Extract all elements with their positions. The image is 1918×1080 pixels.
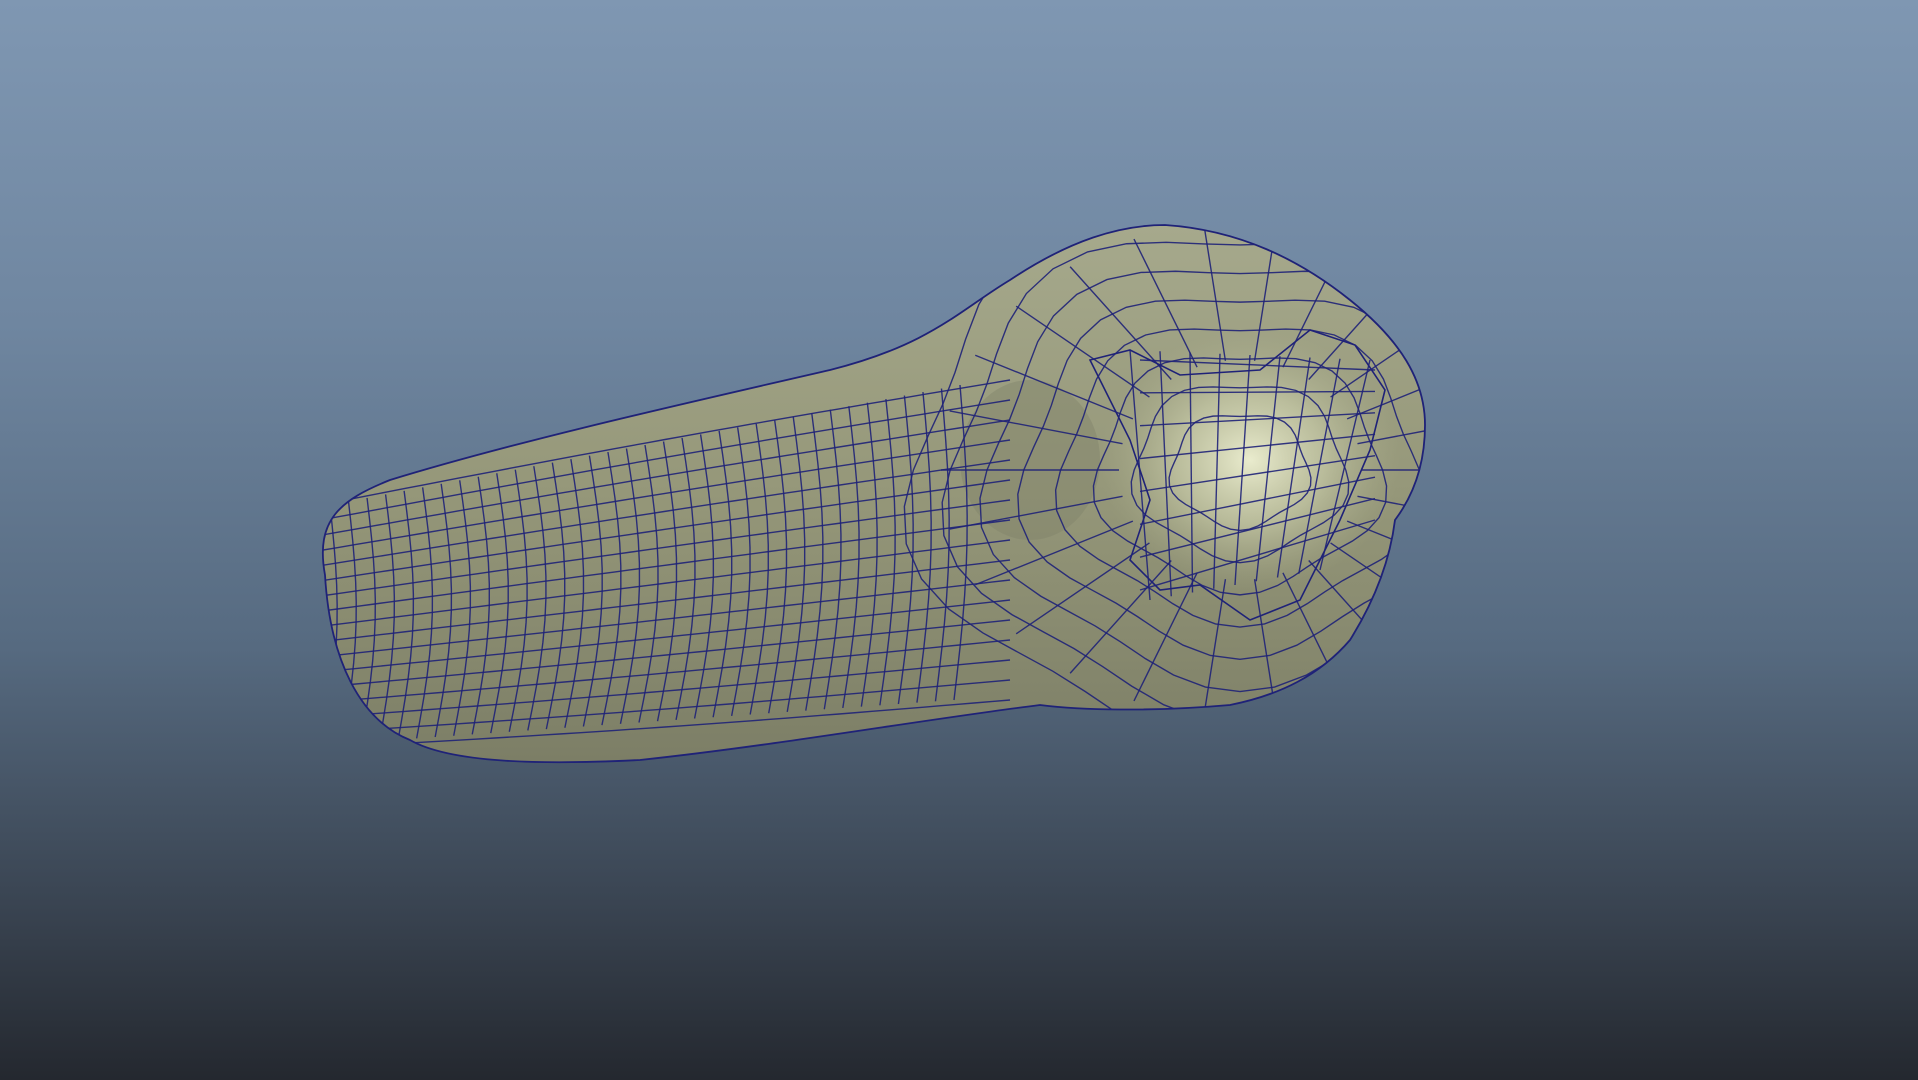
mesh-surface xyxy=(322,225,1426,763)
3d-viewport[interactable] xyxy=(0,0,1918,1080)
mesh-model[interactable] xyxy=(0,0,1918,1080)
